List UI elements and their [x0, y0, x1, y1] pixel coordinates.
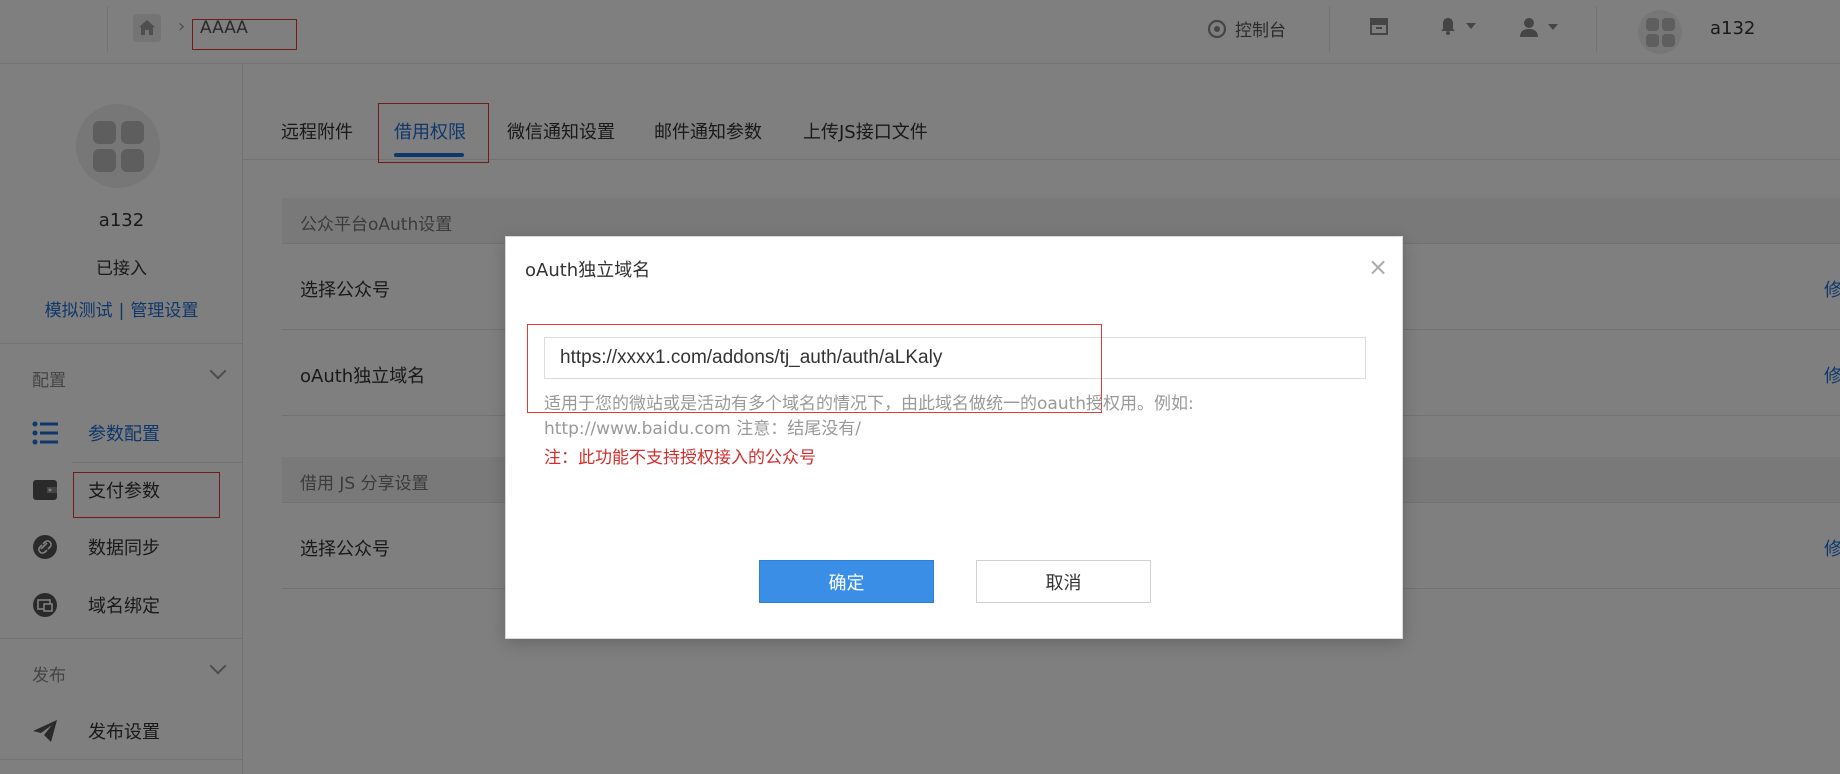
dialog-title: oAuth独立域名 — [525, 260, 651, 281]
close-icon[interactable]: × — [1368, 255, 1388, 279]
cancel-button[interactable]: 取消 — [976, 560, 1151, 603]
confirm-button[interactable]: 确定 — [759, 560, 934, 603]
oauth-domain-dialog: oAuth独立域名 × 适用于您的微站或是活动有多个域名的情况下，由此域名做统一… — [505, 236, 1403, 639]
help-text: 适用于您的微站或是活动有多个域名的情况下，由此域名做统一的oauth授权用。例如… — [544, 394, 1194, 439]
warning-text: 注：此功能不支持授权接入的公众号 — [544, 448, 816, 468]
